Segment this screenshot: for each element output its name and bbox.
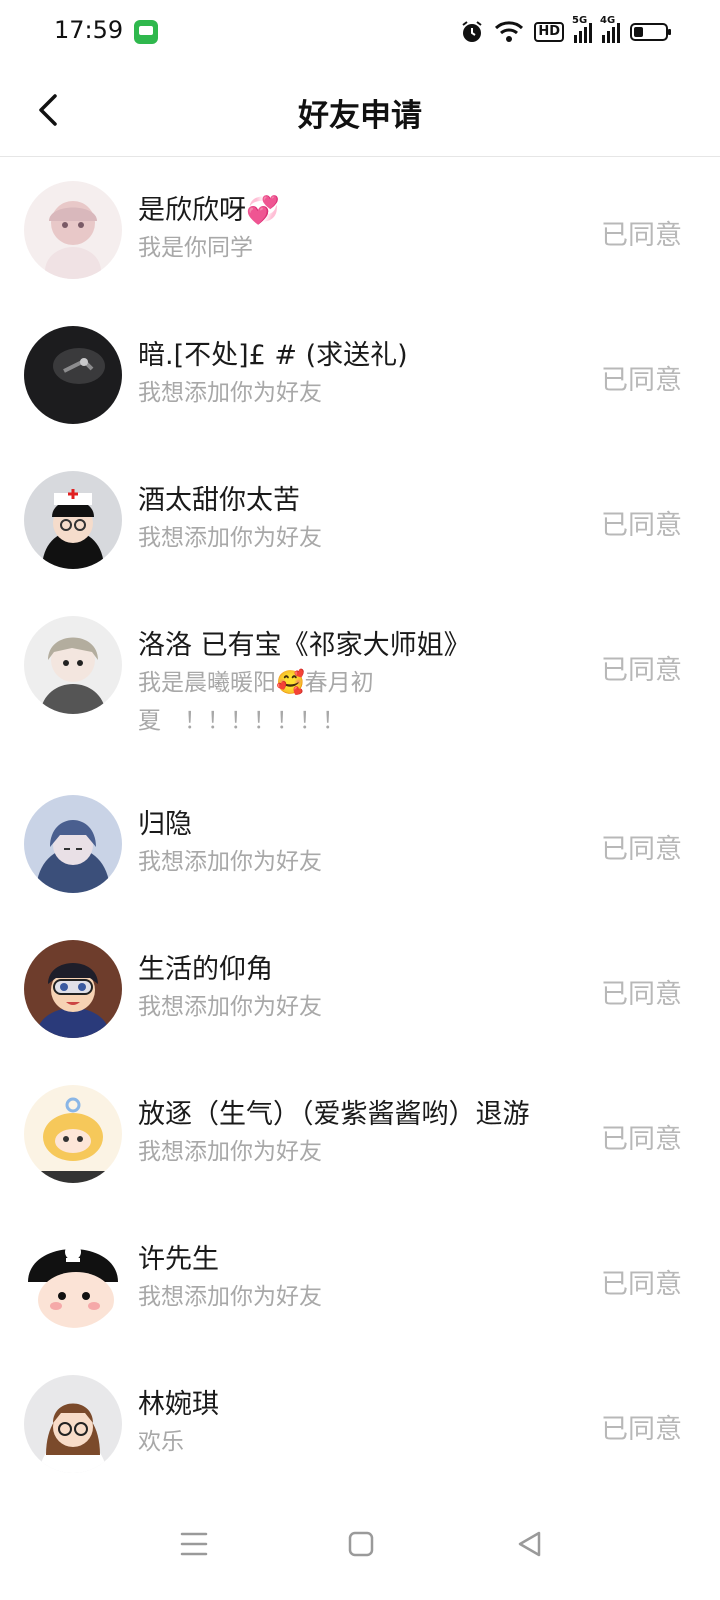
wifi-icon [494, 21, 524, 43]
requester-name: 生活的仰角 [138, 954, 273, 985]
message-app-icon [134, 20, 158, 44]
requester-name: 是欣欣呀💞 [138, 195, 280, 226]
request-message: 我想添加你为好友 [138, 380, 322, 406]
request-item[interactable]: 是欣欣呀💞 我是你同学 已同意 [0, 157, 720, 302]
home-icon [348, 1531, 374, 1557]
request-status: 已同意 [601, 655, 682, 686]
request-message: 我想添加你为好友 [138, 525, 322, 551]
request-message: 欢乐 [138, 1429, 184, 1455]
avatar[interactable] [24, 326, 122, 424]
menu-button[interactable] [170, 1520, 218, 1568]
request-message: 我想添加你为好友 [138, 1284, 322, 1310]
alarm-icon [460, 20, 484, 44]
menu-icon [180, 1532, 208, 1556]
request-item[interactable]: 许先生 我想添加你为好友 已同意 [0, 1206, 720, 1351]
request-item[interactable]: 放逐（生气）（爱紫酱酱哟）退游 我想添加你为好友 已同意 [0, 1061, 720, 1206]
requester-name: 暗.[不处]£ # (求送礼) [138, 340, 408, 371]
request-item[interactable]: 洛洛 已有宝《祁家大师姐》 我是晨曦暖阳🥰春月初 夏 ！！！！！！！ 已同意 [0, 592, 720, 771]
request-status: 已同意 [601, 365, 682, 396]
avatar[interactable] [24, 616, 122, 714]
avatar[interactable] [24, 181, 122, 279]
request-message: 我是你同学 [138, 235, 253, 261]
avatar[interactable] [24, 471, 122, 569]
request-item[interactable]: 生活的仰角 我想添加你为好友 已同意 [0, 916, 720, 1061]
requester-name: 归隐 [138, 809, 192, 840]
requester-name: 许先生 [138, 1244, 219, 1275]
request-message: 我想添加你为好友 [138, 849, 322, 875]
home-button[interactable] [337, 1520, 385, 1568]
signal-4g-icon: 4G [600, 15, 620, 43]
avatar[interactable] [24, 1085, 122, 1183]
request-status: 已同意 [601, 979, 682, 1010]
request-item[interactable]: 林婉琪 欢乐 已同意 [0, 1351, 720, 1496]
avatar[interactable] [24, 795, 122, 893]
system-navigation-bar [0, 1488, 720, 1600]
request-status: 已同意 [601, 1414, 682, 1445]
back-nav-button[interactable] [505, 1520, 553, 1568]
signal-5g-icon: 5G [572, 15, 592, 43]
requester-name: 林婉琪 [138, 1389, 219, 1420]
battery-icon [630, 23, 671, 41]
request-message-continued: 夏 ！！！！！！！ [138, 708, 345, 734]
request-item[interactable]: 暗.[不处]£ # (求送礼) 我想添加你为好友 已同意 [0, 302, 720, 447]
request-item[interactable]: 归隐 我想添加你为好友 已同意 [0, 771, 720, 916]
requester-name: 洛洛 已有宝《祁家大师姐》 [138, 630, 471, 661]
friend-request-list: 是欣欣呀💞 我是你同学 已同意 暗.[不处]£ # (求送礼) 我想添加你为好友… [0, 157, 720, 1496]
avatar[interactable] [24, 940, 122, 1038]
request-message: 我是晨曦暖阳🥰春月初 [138, 670, 374, 696]
hd-icon: HD [534, 22, 564, 42]
page-title: 好友申请 [298, 98, 422, 134]
back-triangle-icon [518, 1531, 541, 1557]
request-status: 已同意 [601, 1269, 682, 1300]
top-app-bar: 好友申请 [0, 64, 720, 157]
avatar[interactable] [24, 1230, 122, 1328]
request-status: 已同意 [601, 834, 682, 865]
requester-name: 酒太甜你太苦 [138, 485, 300, 516]
request-message: 我想添加你为好友 [138, 994, 322, 1020]
status-bar: 17:59 HD 5G 4G [0, 0, 720, 64]
avatar[interactable] [24, 1375, 122, 1473]
request-status: 已同意 [601, 1124, 682, 1155]
requester-name: 放逐（生气）（爱紫酱酱哟）退游 [138, 1099, 530, 1130]
status-time: 17:59 [54, 16, 124, 44]
request-item[interactable]: 酒太甜你太苦 我想添加你为好友 已同意 [0, 447, 720, 592]
request-status: 已同意 [601, 510, 682, 541]
request-message: 我想添加你为好友 [138, 1139, 322, 1165]
request-status: 已同意 [601, 220, 682, 251]
